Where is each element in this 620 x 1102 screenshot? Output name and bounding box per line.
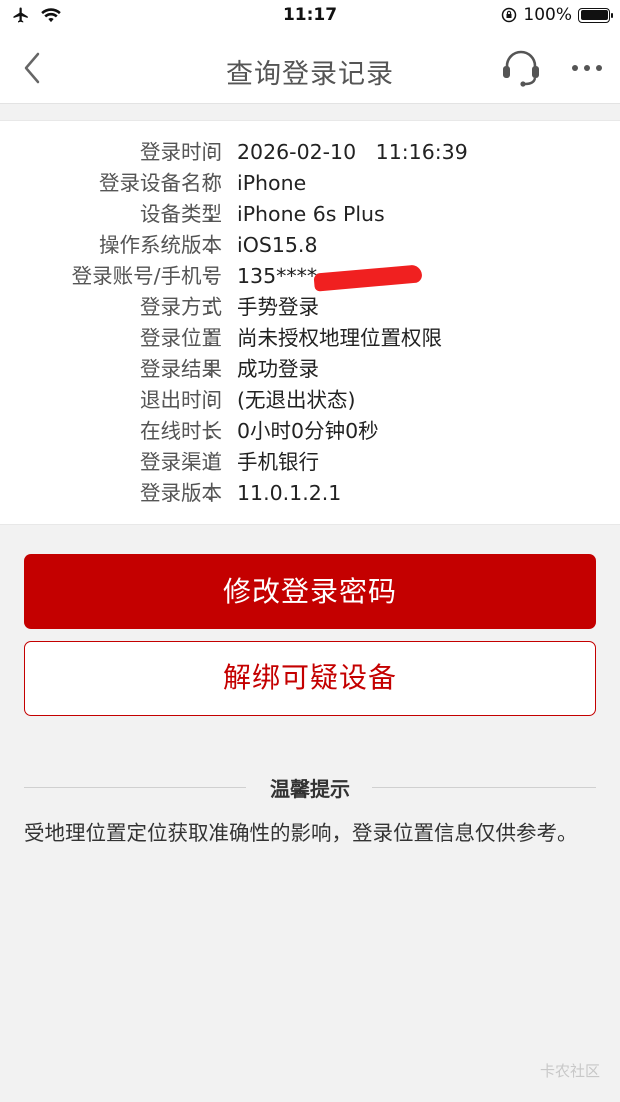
info-value: 0小时0分钟0秒 bbox=[237, 419, 379, 443]
info-colon: ： bbox=[205, 419, 226, 443]
tips-text: 受地理位置定位获取准确性的影响，登录位置信息仅供参考。 bbox=[24, 821, 578, 845]
login-record-card: 登录时间 ： 2026-02-10 11:16:39 登录设备名称 ： iPho… bbox=[0, 120, 620, 525]
info-value: 尚未授权地理位置权限 bbox=[237, 326, 442, 350]
info-row-device-type: 设备类型 ： iPhone 6s Plus bbox=[0, 199, 620, 230]
info-row-login-time: 登录时间 ： 2026-02-10 11:16:39 bbox=[0, 137, 620, 168]
unbind-suspicious-device-button[interactable]: 解绑可疑设备 bbox=[24, 641, 596, 716]
info-colon: ： bbox=[205, 171, 226, 195]
info-colon: ： bbox=[205, 357, 226, 381]
redaction-mark bbox=[313, 264, 423, 292]
info-value: 11.0.1.2.1 bbox=[237, 481, 342, 505]
info-value: iPhone 6s Plus bbox=[237, 202, 385, 226]
tips-divider-right bbox=[372, 787, 596, 788]
info-value: (无退出状态) bbox=[237, 388, 356, 412]
info-colon: ： bbox=[205, 295, 226, 319]
info-value: iPhone bbox=[237, 171, 307, 195]
info-colon: ： bbox=[205, 388, 226, 412]
info-colon: ： bbox=[205, 140, 226, 164]
info-value: 2026-02-10 11:16:39 bbox=[237, 140, 468, 164]
info-row-logout-time: 退出时间 ： (无退出状态) bbox=[0, 385, 620, 416]
info-label: 登录账号/手机号 bbox=[71, 264, 222, 288]
battery-fill bbox=[580, 10, 608, 20]
info-value: 手势登录 bbox=[237, 295, 319, 319]
info-row-login-location: 登录位置 ： 尚未授权地理位置权限 bbox=[0, 323, 620, 354]
info-row-account: 登录账号/手机号 ： 135**** bbox=[0, 261, 620, 292]
more-icon[interactable] bbox=[570, 58, 604, 78]
info-row-login-result: 登录结果 ： 成功登录 bbox=[0, 354, 620, 385]
status-bar: 11:17 100% bbox=[0, 0, 620, 32]
info-row-os-version: 操作系统版本 ： iOS15.8 bbox=[0, 230, 620, 261]
info-value: 手机银行 bbox=[237, 450, 319, 474]
battery-icon bbox=[578, 7, 613, 23]
customer-service-icon[interactable] bbox=[500, 48, 542, 88]
orientation-lock-icon bbox=[502, 7, 517, 23]
battery-percent: 100% bbox=[523, 5, 572, 25]
info-row-online-duration: 在线时长 ： 0小时0分钟0秒 bbox=[0, 416, 620, 447]
info-colon: ： bbox=[205, 202, 226, 226]
info-colon: ： bbox=[205, 481, 226, 505]
change-login-password-button[interactable]: 修改登录密码 bbox=[24, 554, 596, 629]
watermark: 卡农社区 bbox=[539, 1062, 600, 1080]
info-label: 登录设备名称 bbox=[99, 171, 222, 195]
info-colon: ： bbox=[205, 264, 226, 288]
info-colon: ： bbox=[205, 450, 226, 474]
info-value: 135**** bbox=[237, 264, 318, 288]
status-right: 100% bbox=[501, 5, 613, 25]
info-row-login-version: 登录版本 ： 11.0.1.2.1 bbox=[0, 478, 620, 509]
info-row-login-method: 登录方式 ： 手势登录 bbox=[0, 292, 620, 323]
info-value: 成功登录 bbox=[237, 357, 319, 381]
info-row-device-name: 登录设备名称 ： iPhone bbox=[0, 168, 620, 199]
info-value: iOS15.8 bbox=[237, 233, 318, 257]
info-label: 操作系统版本 bbox=[99, 233, 222, 257]
info-colon: ： bbox=[205, 233, 226, 257]
info-row-login-channel: 登录渠道 ： 手机银行 bbox=[0, 447, 620, 478]
info-colon: ： bbox=[205, 326, 226, 350]
nav-bar: 查询登录记录 bbox=[0, 32, 620, 104]
